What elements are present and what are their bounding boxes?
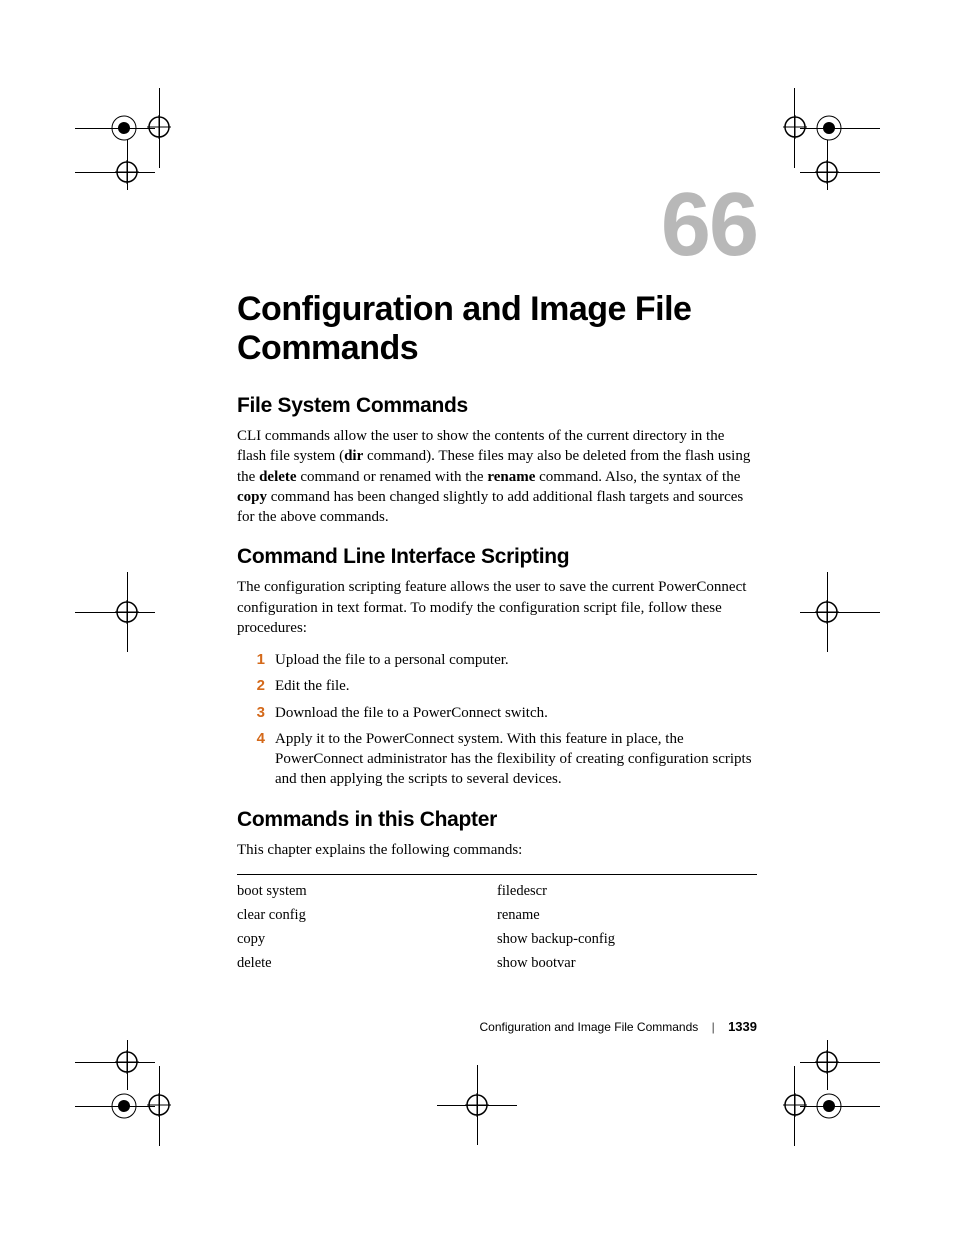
command-link: filedescr [497, 883, 757, 900]
crop-mark [800, 128, 880, 129]
command-link: clear config [237, 907, 497, 924]
crop-mark [127, 572, 128, 652]
crop-mark [800, 612, 880, 613]
page-number: 1339 [728, 1019, 757, 1034]
commands-column-right: filedescr rename show backup-config show… [497, 883, 757, 979]
section-heading-file-system: File System Commands [237, 394, 757, 418]
crop-mark [800, 1062, 880, 1063]
registration-mark-icon [783, 1093, 807, 1117]
footer-title: Configuration and Image File Commands [479, 1020, 698, 1034]
file-system-paragraph: CLI commands allow the user to show the … [237, 426, 757, 527]
footer-separator: | [712, 1020, 715, 1034]
section-heading-commands-chapter: Commands in this Chapter [237, 808, 757, 832]
crop-mark [127, 140, 128, 190]
command-link: show bootvar [497, 955, 757, 972]
cli-scripting-paragraph: The configuration scripting feature allo… [237, 577, 757, 638]
crop-mark [75, 128, 155, 129]
command-link: rename [497, 907, 757, 924]
crop-mark [800, 172, 880, 173]
command-link: show backup-config [497, 931, 757, 948]
crop-mark [75, 612, 155, 613]
page-footer: Configuration and Image File Commands | … [479, 1019, 757, 1034]
commands-table: boot system clear config copy delete fil… [237, 874, 757, 979]
crop-mark [827, 140, 828, 190]
registration-mark-icon [783, 115, 807, 139]
list-item: 1Upload the file to a personal computer. [237, 650, 757, 670]
crop-mark [75, 1062, 155, 1063]
crop-mark [827, 1040, 828, 1090]
crop-mark [477, 1065, 478, 1145]
command-link: delete [237, 955, 497, 972]
crop-mark [75, 1106, 155, 1107]
command-link: copy [237, 931, 497, 948]
section-heading-cli-scripting: Command Line Interface Scripting [237, 545, 757, 569]
crop-mark [75, 172, 155, 173]
list-item: 4Apply it to the PowerConnect system. Wi… [237, 729, 757, 790]
list-item: 2Edit the file. [237, 676, 757, 696]
commands-column-left: boot system clear config copy delete [237, 883, 497, 979]
crop-mark [800, 1106, 880, 1107]
crop-mark [127, 1040, 128, 1090]
command-link: boot system [237, 883, 497, 900]
crop-mark [827, 572, 828, 652]
registration-mark-icon [147, 115, 171, 139]
commands-chapter-paragraph: This chapter explains the following comm… [237, 840, 757, 860]
list-item: 3Download the file to a PowerConnect swi… [237, 703, 757, 723]
chapter-title: Configuration and Image File Commands [237, 290, 757, 368]
registration-mark-icon [147, 1093, 171, 1117]
cli-steps-list: 1Upload the file to a personal computer.… [237, 650, 757, 790]
chapter-number: 66 [237, 180, 757, 270]
